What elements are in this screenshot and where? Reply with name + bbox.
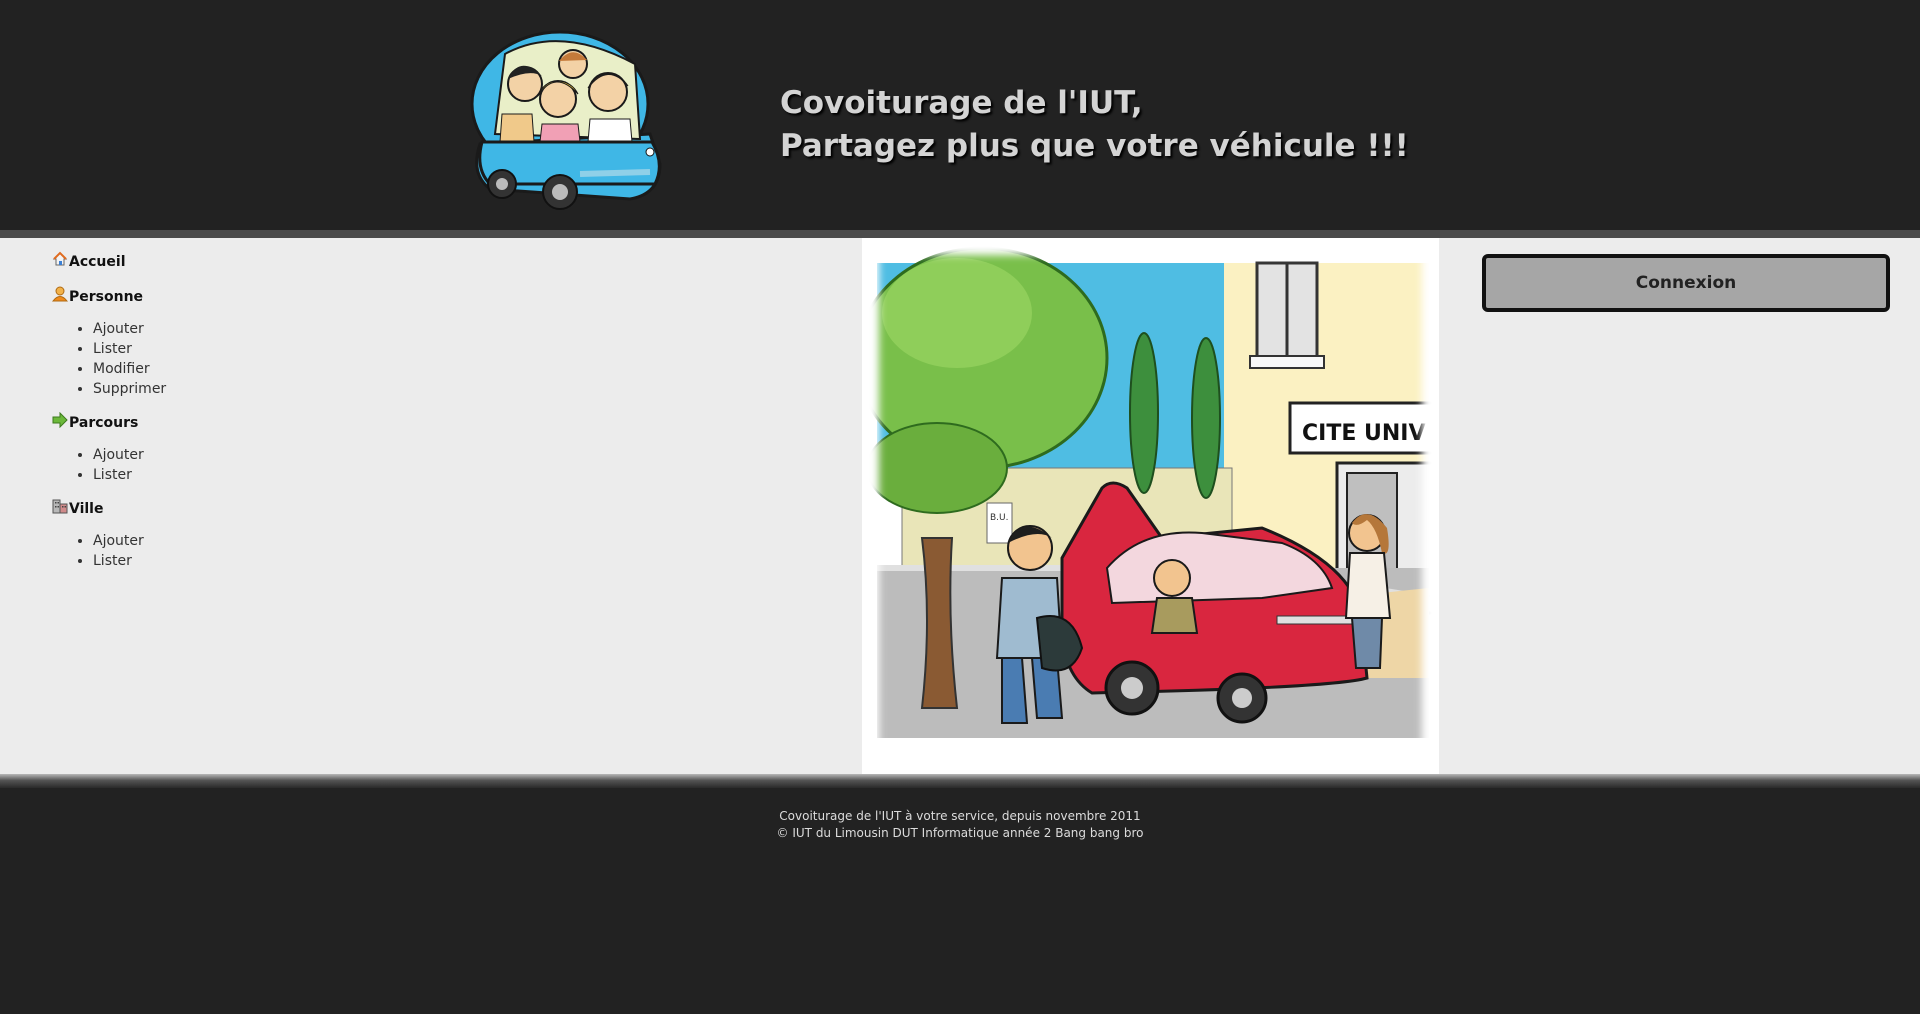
personne-supprimer-link[interactable]: Supprimer [93, 381, 166, 397]
site-footer: Covoiturage de l'IUT à votre service, de… [0, 788, 1920, 1014]
list-item: Supprimer [93, 379, 452, 399]
arrow-right-icon [52, 412, 68, 428]
ville-lister-link[interactable]: Lister [93, 553, 132, 569]
personne-submenu: Ajouter Lister Modifier Supprimer [93, 319, 452, 399]
main-content: Accueil Personne Ajouter Lister Modifier… [0, 238, 1920, 774]
list-item: Lister [93, 551, 452, 571]
site-header: Covoiturage de l'IUT, Partagez plus que … [0, 0, 1920, 230]
site-title-line-2: Partagez plus que votre véhicule !!! [780, 128, 1409, 164]
list-item: Lister [93, 465, 452, 485]
personne-modifier-link[interactable]: Modifier [93, 361, 150, 377]
ville-ajouter-link[interactable]: Ajouter [93, 533, 144, 549]
carpool-illustration: CITE UNIV B.U. [862, 238, 1439, 774]
ville-submenu: Ajouter Lister [93, 531, 452, 571]
parcours-submenu: Ajouter Lister [93, 445, 452, 485]
building-icon [52, 499, 68, 514]
menu-section-ville: Ville [52, 499, 452, 519]
list-item: Lister [93, 339, 452, 359]
menu-accueil-label: Accueil [69, 254, 126, 270]
list-item: Modifier [93, 359, 452, 379]
menu-section-personne: Personne [52, 286, 452, 307]
car-logo-icon[interactable] [460, 24, 666, 214]
list-item: Ajouter [93, 319, 452, 339]
site-title: Covoiturage de l'IUT, Partagez plus que … [780, 82, 1409, 168]
menu-personne-label: Personne [69, 289, 144, 305]
main-bottom-divider [0, 774, 1920, 788]
menu-parcours-label: Parcours [69, 415, 139, 431]
side-menu: Accueil Personne Ajouter Lister Modifier… [52, 251, 452, 585]
personne-lister-link[interactable]: Lister [93, 341, 132, 357]
footer-line-2: © IUT du Limousin DUT Informatique année… [776, 826, 1144, 840]
menu-section-parcours: Parcours [52, 412, 452, 433]
header-divider [0, 230, 1920, 238]
carpool-scene-image: CITE UNIV B.U. [862, 238, 1439, 774]
menu-item-accueil[interactable]: Accueil [52, 251, 452, 272]
connexion-button[interactable]: Connexion [1482, 254, 1890, 312]
personne-ajouter-link[interactable]: Ajouter [93, 321, 144, 337]
list-item: Ajouter [93, 531, 452, 551]
footer-text: Covoiturage de l'IUT à votre service, de… [0, 808, 1920, 842]
site-title-line-1: Covoiturage de l'IUT, [780, 85, 1143, 121]
person-icon [52, 286, 68, 302]
parcours-lister-link[interactable]: Lister [93, 467, 132, 483]
cite-univ-sign: CITE UNIV [1302, 421, 1426, 446]
list-item: Ajouter [93, 445, 452, 465]
parcours-ajouter-link[interactable]: Ajouter [93, 447, 144, 463]
bu-sign: B.U. [990, 513, 1008, 523]
home-icon [52, 251, 68, 266]
menu-ville-label: Ville [69, 501, 104, 517]
footer-line-1: Covoiturage de l'IUT à votre service, de… [779, 809, 1141, 823]
